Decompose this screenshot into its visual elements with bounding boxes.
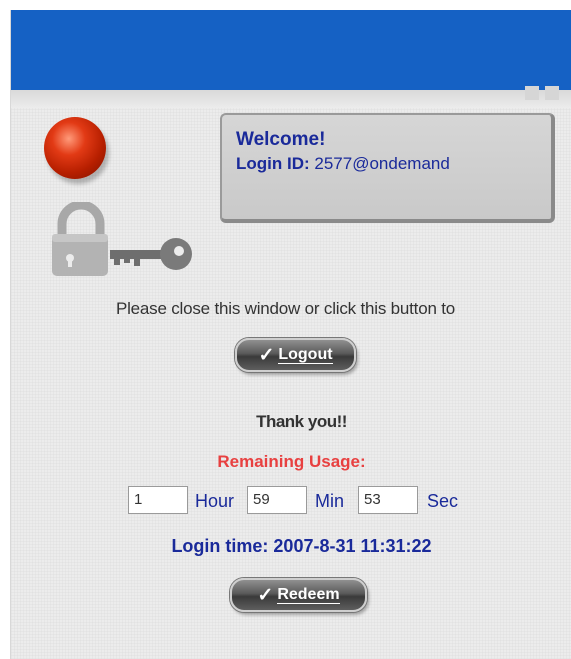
seconds-field: 53 — [358, 486, 418, 514]
redeem-button-label: Redeem — [277, 586, 340, 604]
corner-decoration — [525, 86, 539, 100]
lock-icon — [52, 202, 108, 276]
welcome-panel: Welcome! Login ID: 2577@ondemand — [220, 113, 555, 223]
login-id-label: Login ID: — [236, 154, 310, 173]
checkmark-icon: ✓ — [258, 344, 275, 366]
min-unit-label: Min — [315, 491, 345, 511]
hours-field: 1 — [128, 486, 188, 514]
remaining-usage-label: Remaining Usage: — [217, 452, 366, 471]
welcome-title: Welcome! — [236, 129, 326, 150]
lock-key-illustration — [52, 202, 192, 276]
thank-you-text: Thank you!! — [256, 412, 347, 431]
status-ball-icon — [44, 117, 106, 179]
login-id-line: Login ID: 2577@ondemand — [236, 153, 551, 175]
header-bar — [11, 10, 571, 90]
checkmark-icon: ✓ — [257, 584, 274, 606]
key-icon — [110, 238, 192, 270]
login-id-value: 2577@ondemand — [314, 154, 450, 173]
redeem-button[interactable]: ✓ Redeem — [230, 578, 367, 612]
logout-button[interactable]: ✓ Logout — [235, 338, 356, 372]
logout-button-label: Logout — [278, 346, 333, 364]
corner-decoration — [545, 86, 559, 100]
minutes-field: 59 — [247, 486, 307, 514]
hour-unit-label: Hour — [195, 491, 235, 511]
logout-prompt: Please close this window or click this b… — [115, 299, 456, 318]
page-frame — [10, 10, 571, 659]
header-shadow — [11, 90, 571, 108]
login-time-text: Login time: 2007-8-31 11:31:22 — [171, 536, 432, 556]
sec-unit-label: Sec — [427, 491, 459, 511]
